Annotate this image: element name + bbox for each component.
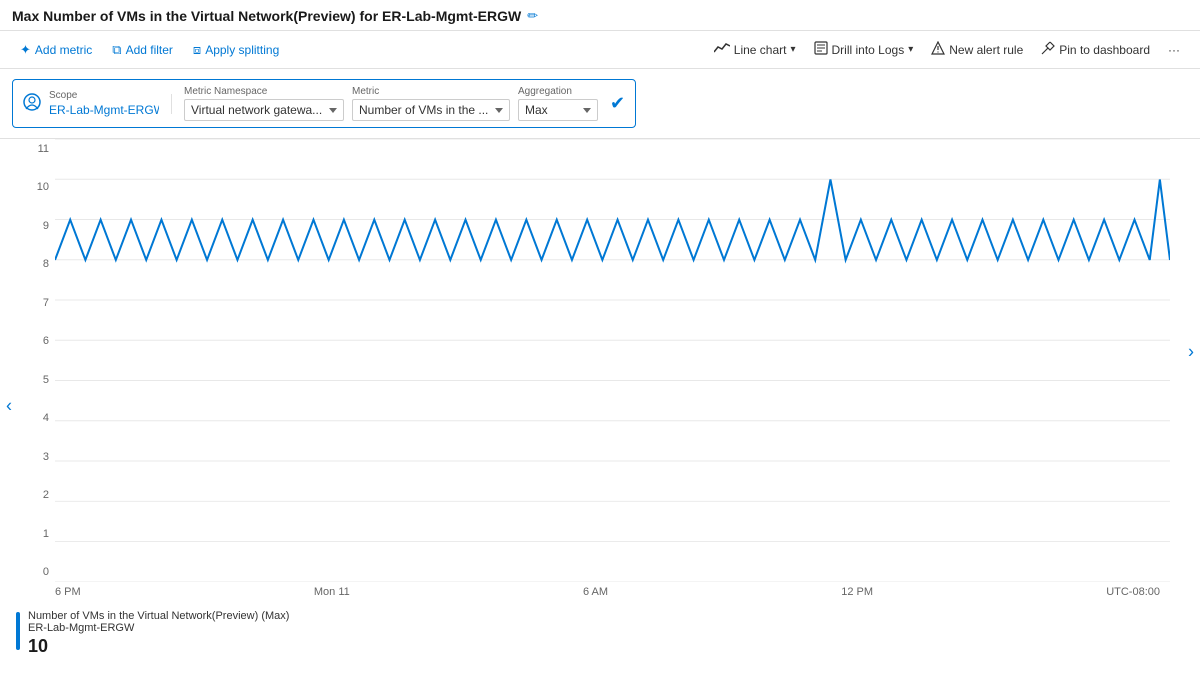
scope-input[interactable] [49, 103, 159, 117]
scope-container: Scope Metric Namespace Virtual network g… [12, 79, 636, 128]
y-label-1: 1 [15, 528, 55, 540]
add-filter-button[interactable]: ⧉ Add filter [104, 38, 181, 62]
aggregation-select[interactable]: Max [518, 99, 598, 121]
x-axis: 6 PM Mon 11 6 AM 12 PM UTC-08:00 [0, 582, 1200, 598]
y-label-2: 2 [15, 489, 55, 501]
chart-with-axes: 11 10 9 8 7 6 5 4 3 2 1 0 [15, 139, 1170, 582]
line-chart-label: Line chart [734, 43, 787, 57]
chart-svg [55, 139, 1170, 582]
add-metric-icon: ✦ [20, 42, 31, 58]
y-label-6: 6 [15, 335, 55, 347]
toolbar-right: Line chart ▾ Drill into Logs ▾ New alert… [706, 37, 1188, 62]
legend-label: Number of VMs in the Virtual Network(Pre… [28, 610, 289, 622]
line-chart-icon [714, 42, 730, 57]
toolbar: ✦ Add metric ⧉ Add filter ⧈ Apply splitt… [0, 31, 1200, 69]
scope-icon [23, 93, 41, 114]
confirm-icon: ✔ [610, 93, 625, 114]
metric-field: Metric Number of VMs in the ... [352, 86, 510, 121]
namespace-label: Metric Namespace [184, 86, 344, 97]
drill-logs-icon [814, 41, 828, 58]
x-label-12pm: 12 PM [841, 586, 873, 598]
apply-splitting-icon: ⧈ [193, 42, 201, 58]
add-filter-icon: ⧉ [112, 42, 121, 58]
apply-splitting-button[interactable]: ⧈ Apply splitting [185, 38, 287, 62]
x-label-6pm: 6 PM [55, 586, 81, 598]
scope-field: Scope [49, 90, 159, 117]
top-bar: Max Number of VMs in the Virtual Network… [0, 0, 1200, 31]
aggregation-field: Aggregation Max [518, 86, 598, 121]
page-title: Max Number of VMs in the Virtual Network… [12, 8, 521, 24]
title-area: Max Number of VMs in the Virtual Network… [12, 8, 538, 24]
y-label-5: 5 [15, 374, 55, 386]
x-label-mon11: Mon 11 [314, 586, 350, 598]
chart-area: ‹ › 11 10 9 8 7 6 5 4 3 2 1 0 [0, 139, 1200, 672]
y-label-4: 4 [15, 412, 55, 424]
edit-icon[interactable]: ✏ [527, 8, 538, 24]
metric-label: Metric [352, 86, 510, 97]
drill-logs-label: Drill into Logs [832, 43, 905, 57]
add-metric-label: Add metric [35, 43, 92, 57]
pin-dashboard-icon [1041, 41, 1055, 58]
chart-svg-wrapper [55, 139, 1170, 582]
legend-area: Number of VMs in the Virtual Network(Pre… [0, 602, 1200, 665]
legend-sublabel: ER-Lab-Mgmt-ERGW [28, 622, 289, 634]
y-label-8: 8 [15, 258, 55, 270]
metric-select[interactable]: Number of VMs in the ... [352, 99, 510, 121]
y-label-0: 0 [15, 566, 55, 578]
line-chart-chevron: ▾ [790, 44, 795, 55]
pin-dashboard-label: Pin to dashboard [1059, 43, 1150, 57]
drill-logs-button[interactable]: Drill into Logs ▾ [806, 37, 922, 62]
drill-logs-chevron: ▾ [908, 44, 913, 55]
namespace-select[interactable]: Virtual network gatewa... [184, 99, 344, 121]
new-alert-button[interactable]: New alert rule [923, 37, 1031, 62]
add-filter-label: Add filter [126, 43, 173, 57]
y-axis: 11 10 9 8 7 6 5 4 3 2 1 0 [15, 139, 55, 582]
aggregation-label: Aggregation [518, 86, 598, 97]
scope-label: Scope [49, 90, 159, 101]
add-metric-button[interactable]: ✦ Add metric [12, 38, 100, 62]
more-options-button[interactable]: ··· [1160, 39, 1188, 61]
scope-bar: Scope Metric Namespace Virtual network g… [0, 69, 1200, 139]
legend-color-bar [16, 612, 20, 650]
new-alert-icon [931, 41, 945, 58]
y-label-7: 7 [15, 297, 55, 309]
y-label-9: 9 [15, 220, 55, 232]
y-label-3: 3 [15, 451, 55, 463]
legend-value: 10 [28, 636, 289, 657]
line-chart-button[interactable]: Line chart ▾ [706, 38, 804, 61]
apply-splitting-label: Apply splitting [205, 43, 279, 57]
x-label-6am: 6 AM [583, 586, 608, 598]
x-label-utc: UTC-08:00 [1106, 586, 1160, 598]
y-label-10: 10 [15, 181, 55, 193]
more-options-icon: ··· [1168, 43, 1180, 57]
pin-dashboard-button[interactable]: Pin to dashboard [1033, 37, 1158, 62]
namespace-field: Metric Namespace Virtual network gatewa.… [184, 86, 344, 121]
legend-text-area: Number of VMs in the Virtual Network(Pre… [28, 610, 289, 657]
y-label-11: 11 [15, 143, 55, 155]
new-alert-label: New alert rule [949, 43, 1023, 57]
nav-right-button[interactable]: › [1182, 336, 1200, 369]
divider [171, 94, 172, 114]
toolbar-left: ✦ Add metric ⧉ Add filter ⧈ Apply splitt… [12, 38, 287, 62]
